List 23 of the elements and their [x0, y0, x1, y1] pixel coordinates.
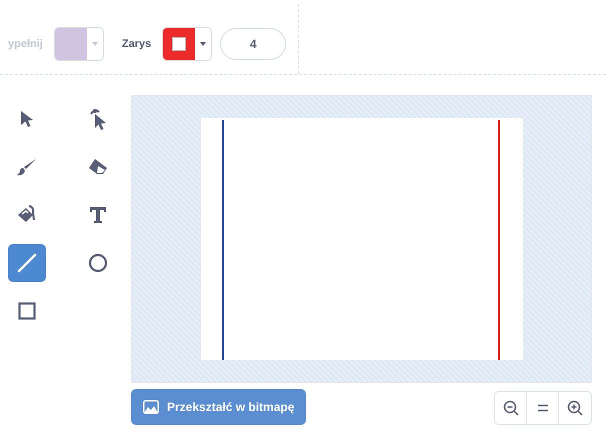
paint-bucket-icon — [17, 205, 37, 225]
convert-to-bitmap-button[interactable]: Przekształć w bitmapę — [131, 389, 306, 425]
arrow-cursor-icon — [20, 110, 34, 128]
fill-label: ypełnij — [8, 38, 43, 50]
eraser-icon — [88, 159, 108, 175]
outline-color-picker[interactable] — [162, 27, 212, 61]
zoom-in-icon — [567, 400, 583, 416]
outline-width-field[interactable]: 4 — [220, 28, 286, 60]
image-icon — [143, 400, 159, 414]
zoom-out-icon — [502, 400, 518, 416]
brush-icon — [17, 158, 37, 176]
fill-color-picker[interactable] — [54, 27, 104, 61]
text-icon — [89, 206, 107, 224]
reshape-cursor-icon — [89, 108, 107, 130]
line-tool[interactable] — [8, 244, 46, 282]
outline-label: Zarys — [122, 38, 152, 50]
rectangle-icon — [18, 302, 36, 320]
equals-icon — [536, 404, 548, 412]
circle-icon — [88, 253, 108, 273]
caret-icon — [92, 42, 98, 46]
line-icon — [17, 253, 37, 273]
caret-icon — [200, 42, 206, 46]
zoom-out-button[interactable] — [495, 392, 527, 424]
